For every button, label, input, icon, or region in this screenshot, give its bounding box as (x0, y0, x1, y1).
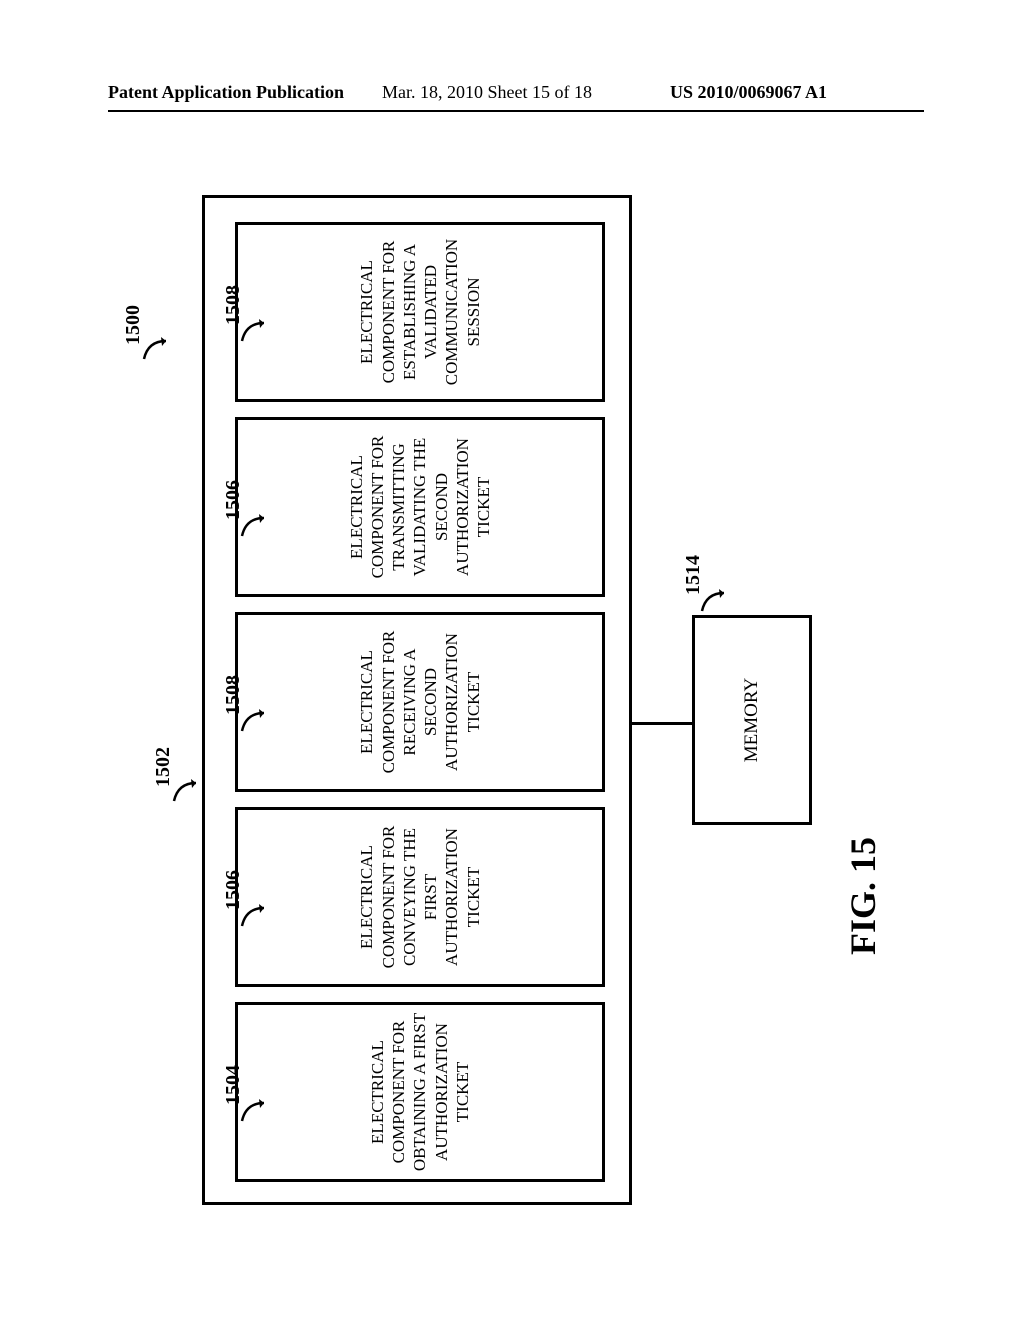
ref-arrow-memory (700, 589, 726, 615)
header-right: US 2010/0069067 A1 (670, 82, 827, 103)
block-1508a: ELECTRICAL COMPONENT FOR RECEIVING A SEC… (235, 612, 605, 792)
block-1506a-text: ELECTRICAL COMPONENT FOR CONVEYING THE F… (352, 810, 488, 984)
outer-box-1502: ELECTRICAL COMPONENT FOR OBTAINING A FIR… (202, 195, 632, 1205)
figure-area: 1500 1502 ELECTRICAL COMPONENT FOR OBTAI… (108, 150, 916, 1250)
figure-rotated-group: 1500 1502 ELECTRICAL COMPONENT FOR OBTAI… (122, 175, 902, 1225)
ref-arrow-block-0 (240, 1099, 266, 1125)
header-rule (108, 110, 924, 112)
ref-arrow-1500 (142, 337, 168, 363)
header-middle: Mar. 18, 2010 Sheet 15 of 18 (382, 82, 592, 103)
page: Patent Application Publication Mar. 18, … (0, 0, 1024, 1320)
page-header: Patent Application Publication Mar. 18, … (0, 82, 1024, 114)
block-1506b-text: ELECTRICAL COMPONENT FOR TRANSMITTING VA… (342, 420, 499, 594)
block-1506b: ELECTRICAL COMPONENT FOR TRANSMITTING VA… (235, 417, 605, 597)
ref-arrow-1502 (172, 779, 198, 805)
memory-label: MEMORY (741, 678, 763, 762)
block-1508a-text: ELECTRICAL COMPONENT FOR RECEIVING A SEC… (352, 615, 488, 789)
block-1504-text: ELECTRICAL COMPONENT FOR OBTAINING A FIR… (363, 1005, 477, 1179)
figure-caption: FIG. 15 (842, 837, 884, 955)
ref-arrow-block-1 (240, 904, 266, 930)
ref-arrow-block-2 (240, 709, 266, 735)
ref-arrow-block-4 (240, 319, 266, 345)
block-1504: ELECTRICAL COMPONENT FOR OBTAINING A FIR… (235, 1002, 605, 1182)
memory-box: MEMORY (692, 615, 812, 825)
block-1508b: ELECTRICAL COMPONENT FOR ESTABLISHING A … (235, 222, 605, 402)
header-left: Patent Application Publication (108, 82, 344, 103)
connector-line (632, 722, 692, 725)
ref-arrow-block-3 (240, 514, 266, 540)
block-1508b-text: ELECTRICAL COMPONENT FOR ESTABLISHING A … (352, 225, 488, 399)
block-1506a: ELECTRICAL COMPONENT FOR CONVEYING THE F… (235, 807, 605, 987)
